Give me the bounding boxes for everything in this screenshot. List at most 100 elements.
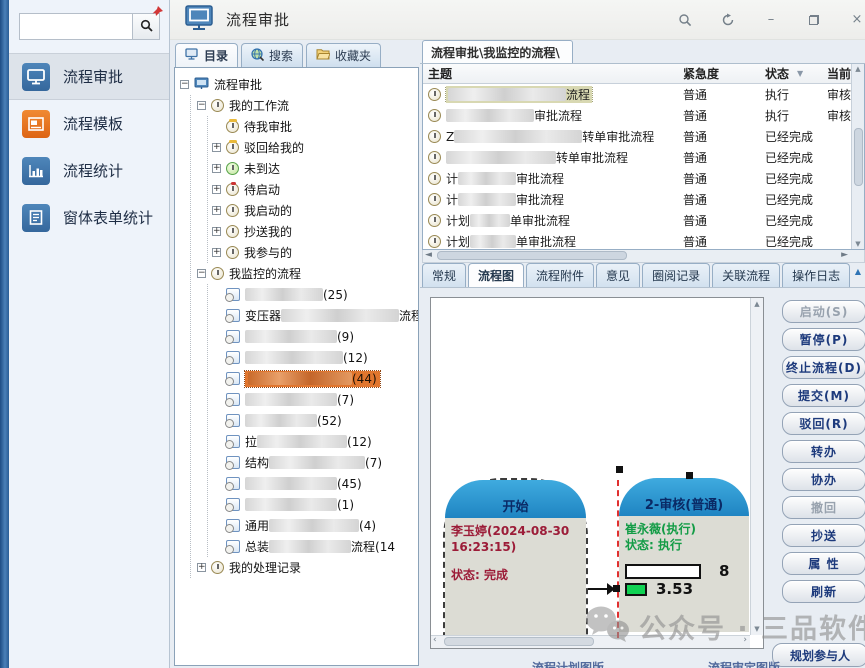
tab-search[interactable]: 搜索 — [241, 43, 303, 67]
tab-general[interactable]: 常规 — [422, 263, 466, 287]
table-row[interactable]: 计划单审批流程 普通 已经完成 — [423, 231, 864, 250]
tree-item-monitored[interactable]: 拉(12) — [212, 431, 418, 452]
toggle-icon[interactable]: + — [197, 563, 206, 572]
scroll-right-icon[interactable]: ► — [841, 250, 848, 260]
tree-item-monitored[interactable]: 变压器流程( — [212, 305, 418, 326]
tree-item-to-start[interactable]: + 待启动 — [212, 179, 418, 200]
column-subject[interactable]: 主题 — [423, 65, 681, 82]
scroll-up-icon[interactable]: ▲ — [855, 65, 860, 73]
tree-group-monitored[interactable]: − 我监控的流程 — [197, 263, 418, 284]
sidebar-item-process-approval[interactable]: 流程审批 — [9, 53, 169, 100]
sidebar-item-form-statistics[interactable]: 窗体表单统计 — [9, 194, 169, 241]
sidebar-item-process-template[interactable]: 流程模板 — [9, 100, 169, 147]
titlebar-search-icon[interactable] — [677, 12, 693, 28]
table-row[interactable]: 计划单审批流程 普通 已经完成 — [423, 210, 864, 231]
tab-attachments[interactable]: 流程附件 — [526, 263, 594, 287]
tree-item-monitored[interactable]: (7) — [212, 389, 418, 410]
table-vertical-scrollbar[interactable]: ▲ ▼ — [851, 64, 864, 249]
tree-item-monitored[interactable]: (1) — [212, 494, 418, 515]
scrollbar-thumb[interactable] — [444, 637, 594, 646]
toggle-icon[interactable]: + — [212, 248, 221, 257]
toggle-icon[interactable]: − — [197, 101, 206, 110]
tree-root[interactable]: − 流程审批 — [180, 74, 418, 95]
tree-item-monitored-selected[interactable]: (44) — [212, 368, 418, 389]
tab-related[interactable]: 关联流程 — [712, 263, 780, 287]
scroll-left-icon[interactable]: ◄ — [425, 250, 432, 260]
diagram-node-review[interactable]: 2-审核(普通) 崔永薇(执行) 状态: 执行 8 3.53 — [619, 478, 749, 632]
tree-item-not-arrived[interactable]: + 未到达 — [212, 158, 418, 179]
toggle-icon[interactable]: + — [212, 227, 221, 236]
selection-handle[interactable] — [616, 466, 623, 473]
tab-flow-diagram[interactable]: 流程图 — [468, 263, 524, 287]
tab-opinions[interactable]: 意见 — [596, 263, 640, 287]
scroll-right-icon[interactable]: › — [743, 635, 747, 645]
toggle-icon[interactable]: + — [212, 185, 221, 194]
restore-button[interactable] — [806, 12, 822, 28]
tree-item-monitored[interactable]: 通用(4) — [212, 515, 418, 536]
refresh-button[interactable]: 刷新 — [782, 580, 865, 603]
tab-scroll-up-icon[interactable]: ▲ — [855, 267, 861, 276]
column-urgency[interactable]: 紧急度 — [681, 65, 765, 82]
canvas-horizontal-scrollbar[interactable]: ‹ › — [431, 635, 750, 648]
refresh-icon[interactable] — [720, 12, 736, 28]
tab-circulation[interactable]: 圈阅记录 — [642, 263, 710, 287]
scroll-down-icon[interactable]: ▼ — [855, 240, 860, 248]
pause-button[interactable]: 暂停(P) — [782, 328, 865, 351]
tree-item-monitored[interactable]: (25) — [212, 284, 418, 305]
scrollbar-thumb[interactable] — [437, 251, 627, 260]
tab-favorites[interactable]: 收藏夹 — [306, 43, 381, 67]
table-row[interactable]: 流程 普通 执行 审核/ — [423, 84, 864, 105]
plan-participants-button[interactable]: 规划参与人 — [772, 643, 865, 667]
tree-item-monitored[interactable]: (12) — [212, 347, 418, 368]
reject-button[interactable]: 驳回(R) — [782, 412, 865, 435]
tab-log[interactable]: 操作日志 — [782, 263, 850, 287]
table-row[interactable]: 转单审批流程 普通 已经完成 — [423, 147, 864, 168]
toggle-icon[interactable]: − — [197, 269, 206, 278]
toggle-icon[interactable]: + — [212, 206, 221, 215]
start-button[interactable]: 启动(S) — [782, 300, 865, 323]
tree-item-started-by-me[interactable]: + 我启动的 — [212, 200, 418, 221]
breadcrumb-tab[interactable]: 流程审批\我监控的流程\ — [422, 40, 573, 63]
properties-button[interactable]: 属 性 — [782, 552, 865, 575]
tree-item-monitored[interactable]: (9) — [212, 326, 418, 347]
tree-item-monitored[interactable]: (45) — [212, 473, 418, 494]
column-status[interactable]: 状态▼ — [765, 65, 827, 82]
pin-icon[interactable] — [151, 3, 164, 22]
tree-item-pending-approval[interactable]: 待我审批 — [212, 116, 418, 137]
flow-diagram-canvas[interactable]: 开始 李玉婷(2024-08-30 16:23:15) 状态: 完成 — [430, 297, 764, 649]
table-row[interactable]: 计审批流程 普通 已经完成 — [423, 189, 864, 210]
scrollbar-thumb[interactable] — [854, 128, 863, 186]
transfer-button[interactable]: 转办 — [782, 440, 865, 463]
sidebar-item-process-statistics[interactable]: 流程统计 — [9, 147, 169, 194]
withdraw-button[interactable]: 撤回 — [782, 496, 865, 519]
toggle-icon[interactable]: + — [212, 164, 221, 173]
toggle-icon[interactable]: − — [180, 80, 189, 89]
minimize-button[interactable]: – — [763, 12, 779, 28]
table-row[interactable]: Z转单审批流程 普通 已经完成 — [423, 126, 864, 147]
table-row[interactable]: 计审批流程 普通 已经完成 — [423, 168, 864, 189]
scroll-up-icon[interactable]: ▲ — [754, 300, 759, 308]
scroll-left-icon[interactable]: ‹ — [433, 635, 437, 645]
scroll-down-icon[interactable]: ▼ — [754, 625, 759, 633]
diagram-node-start[interactable]: 开始 李玉婷(2024-08-30 16:23:15) 状态: 完成 — [443, 478, 588, 638]
selection-handle[interactable] — [686, 472, 693, 479]
tree-item-cc-to-me[interactable]: + 抄送我的 — [212, 221, 418, 242]
close-button[interactable]: × — [849, 12, 865, 28]
tree-item-monitored[interactable]: (52) — [212, 410, 418, 431]
tree-item-monitored[interactable]: 结构(7) — [212, 452, 418, 473]
submit-button[interactable]: 提交(M) — [782, 384, 865, 407]
tree-group-my-workflow[interactable]: − 我的工作流 — [197, 95, 418, 116]
assist-button[interactable]: 协办 — [782, 468, 865, 491]
tree-item-rejected-to-me[interactable]: + 驳回给我的 — [212, 137, 418, 158]
table-row[interactable]: 审批流程 普通 执行 审核/ — [423, 105, 864, 126]
toggle-icon[interactable]: + — [212, 143, 221, 152]
connection-point[interactable] — [613, 585, 620, 592]
tree-group-my-records[interactable]: + 我的处理记录 — [197, 557, 418, 578]
canvas-vertical-scrollbar[interactable]: ▲ ▼ — [750, 298, 763, 635]
tree-item-monitored[interactable]: 总装流程(14 — [212, 536, 418, 557]
tree-item-participated[interactable]: + 我参与的 — [212, 242, 418, 263]
table-horizontal-scrollbar[interactable]: ◄ ► — [422, 250, 865, 263]
terminate-button[interactable]: 终止流程(D) — [782, 356, 865, 379]
cc-button[interactable]: 抄送 — [782, 524, 865, 547]
search-input[interactable] — [20, 14, 132, 39]
